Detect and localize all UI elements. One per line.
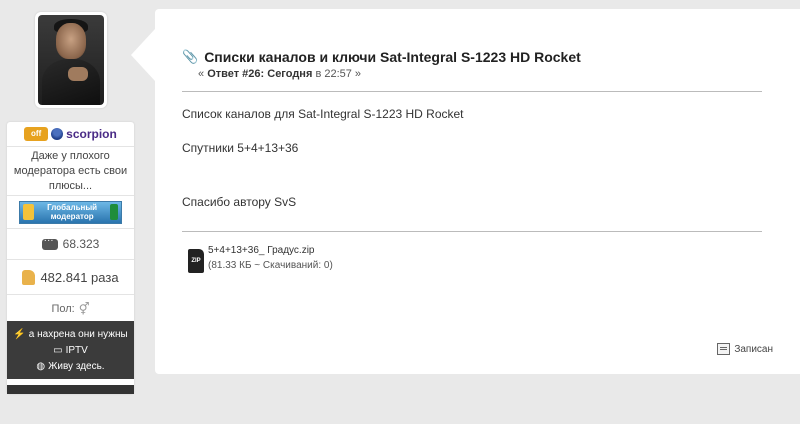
- title-divider: [182, 91, 762, 92]
- rank-badge: Глобальный модератор: [19, 200, 122, 224]
- report-icon: [717, 343, 731, 355]
- report-label: Записан: [734, 343, 773, 355]
- paperclip-icon: 📎: [182, 49, 199, 64]
- user-likes-row: 482.841 раза: [7, 260, 134, 295]
- post-body-line-1: Список каналов для Sat-Integral S-1223 H…: [182, 107, 464, 121]
- zip-file-icon[interactable]: ZIP: [188, 249, 204, 273]
- user-icon: [51, 128, 64, 140]
- online-status-badge: off: [24, 127, 49, 141]
- attachment-info: (81.33 КБ ~ Скачиваний: 0): [208, 260, 333, 271]
- report-button[interactable]: Записан: [717, 343, 773, 355]
- gender-icon: ⚥: [78, 302, 90, 316]
- post-day: Сегодня: [267, 68, 313, 80]
- rank-icon-left: [23, 204, 35, 220]
- user-posts-row: 68.323: [7, 229, 134, 260]
- rank-icon-right: [110, 204, 118, 220]
- post-time: в 22:57 »: [315, 68, 362, 80]
- monitor-icon: ▭: [53, 345, 63, 356]
- globe-icon: ◍: [36, 361, 46, 372]
- message-icon: [41, 235, 58, 250]
- gender-label: Пол:: [51, 303, 75, 315]
- user-profile-panel: off scorpion Даже у плохого модератора е…: [7, 122, 134, 394]
- user-links-block: ⚡ а нахрена они нужны ▭ IPTV ◍ Живу здесь.: [7, 321, 134, 379]
- user-gender-row: Пол: ⚥: [7, 295, 134, 323]
- post-body-line-2: Спутники 5+4+13+36: [182, 141, 299, 155]
- user-status-text: Даже у плохого модератора есть свои плюс…: [7, 147, 134, 196]
- attachment-link[interactable]: 5+4+13+36_ Градус.zip: [208, 245, 315, 256]
- user-link-1[interactable]: ⚡ а нахрена они нужны: [7, 327, 134, 343]
- post-meta: « Ответ #26: Сегодня в 22:57 »: [198, 68, 362, 80]
- profile-bottom-bar: [7, 385, 134, 394]
- username-link[interactable]: scorpion: [66, 127, 117, 141]
- lightning-icon: ⚡: [13, 329, 26, 340]
- reply-number[interactable]: Ответ #26:: [207, 68, 264, 80]
- rank-label: Глобальный модератор: [47, 203, 98, 221]
- post-title-row: 📎 Списки каналов и ключи Sat-Integral S-…: [182, 49, 581, 65]
- thumbs-up-icon: [22, 269, 36, 285]
- user-link-location[interactable]: ◍ Живу здесь.: [7, 359, 134, 375]
- post-title[interactable]: Списки каналов и ключи Sat-Integral S-12…: [204, 49, 581, 65]
- post-count: 68.323: [62, 237, 100, 251]
- post-body-line-3: Спасибо автору SvS: [182, 195, 297, 209]
- user-name-row: off scorpion: [7, 122, 134, 147]
- avatar-frame: [35, 12, 107, 108]
- avatar[interactable]: [38, 15, 104, 105]
- post-panel: 📎 Списки каналов и ключи Sat-Integral S-…: [131, 9, 800, 374]
- attachments-divider: [182, 231, 762, 232]
- user-link-iptv[interactable]: ▭ IPTV: [7, 343, 134, 359]
- user-rank-row: Глобальный модератор: [7, 196, 134, 229]
- like-count: 482.841 раза: [40, 269, 119, 285]
